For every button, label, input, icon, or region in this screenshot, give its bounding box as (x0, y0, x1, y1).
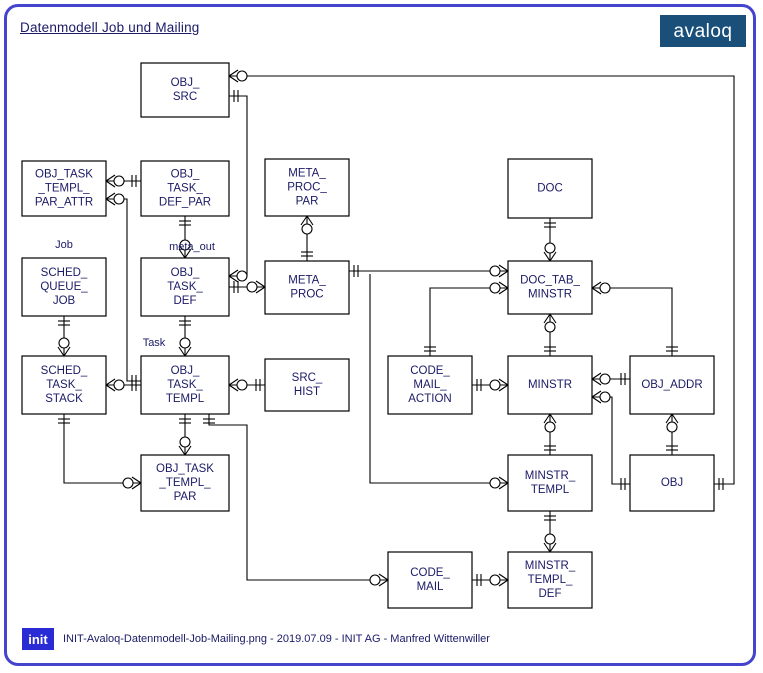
entity-label: TASK_ (46, 379, 82, 391)
er-diagram-canvas: OBJ_SRCOBJ_TASK_TEMPL_PAR_ATTROBJ_TASK_D… (21, 62, 735, 609)
entity-label: ACTION (408, 393, 451, 405)
relationship-line (106, 198, 141, 382)
entity-label: OBJ_ (171, 77, 200, 89)
entity-label: META_ (288, 275, 326, 287)
entity-obj[interactable]: OBJ (629, 454, 715, 512)
relationship-line (429, 287, 508, 356)
entity-label: STACK (45, 393, 83, 405)
entity-label: PAR (174, 491, 197, 503)
entity-label: SRC (173, 91, 197, 103)
entity-sched_queue_job[interactable]: SCHED_ QUEUE_ JOB (21, 257, 107, 317)
entity-label: CODE_ (410, 567, 450, 579)
entity-label: OBJ_ (171, 267, 200, 279)
entity-label: MAIL (417, 581, 444, 593)
entity-meta_proc[interactable]: META_ PROC (264, 260, 350, 315)
entity-label: SCHED_ (41, 267, 88, 279)
entity-label: TEMPL (531, 484, 570, 496)
entity-boxes: OBJ_SRCOBJ_TASK_TEMPL_PAR_ATTROBJ_TASK_D… (21, 62, 715, 609)
entity-label: PROC (290, 289, 323, 301)
entity-minstr_templ[interactable]: MINSTR_ TEMPL (507, 454, 593, 512)
entity-minstr_templ_def[interactable]: MINSTR_ TEMPL_ DEF (507, 551, 593, 609)
entity-label: MAIL_ (413, 379, 447, 391)
init-logo-text: init (28, 631, 48, 647)
entity-code_mail[interactable]: CODE_ MAIL (387, 551, 473, 609)
entity-label: SCHED_ (41, 365, 88, 377)
entity-label: DOC_TAB_ (520, 275, 580, 287)
entity-label: TASK_ (167, 183, 203, 195)
meta-out-label: meta_out (169, 241, 215, 253)
entity-obj_task_def[interactable]: OBJ_ TASK_ DEF (140, 257, 230, 317)
entity-doc[interactable]: DOC (507, 158, 593, 219)
entity-label: DEF_PAR (159, 197, 211, 209)
entity-label: DEF (174, 295, 197, 307)
relationship-line (208, 414, 388, 581)
entity-label: TEMPL_ (528, 574, 573, 586)
entity-code_mail_action[interactable]: CODE_ MAIL_ ACTION (387, 355, 473, 415)
entity-label: _TEMPL_ (37, 183, 90, 195)
entity-label: MINSTR (528, 289, 572, 301)
job-label: Job (55, 239, 73, 251)
entity-label: CODE_ (410, 365, 450, 377)
entity-doc_tab_minstr[interactable]: DOC_TAB_ MINSTR (507, 260, 593, 315)
entity-label: OBJ (661, 477, 683, 489)
entity-label: DOC (537, 183, 563, 195)
relationship-line (592, 287, 673, 356)
entity-label: MINSTR_ (525, 470, 576, 482)
entity-label: OBJ_TASK (156, 463, 214, 475)
entity-label: OBJ_ADDR (641, 379, 702, 391)
relationship-line (229, 95, 248, 277)
init-logo: init (22, 628, 54, 650)
entity-label: DEF (539, 588, 562, 600)
entity-obj_task_templ[interactable]: OBJ_ TASK_ TEMPL (140, 355, 230, 415)
footer-caption: INIT-Avaloq-Datenmodell-Job-Mailing.png … (63, 633, 490, 645)
entity-label: OBJ_TASK (35, 169, 93, 181)
entity-sched_task_stack[interactable]: SCHED_ TASK_ STACK (21, 355, 107, 415)
entity-label: JOB (53, 295, 76, 307)
entity-label: PROC_ (287, 182, 327, 194)
entity-label: _TEMPL_ (158, 477, 211, 489)
entity-label: TEMPL (166, 393, 205, 405)
entity-meta_proc_par[interactable]: META_ PROC_ PAR (264, 158, 350, 217)
entity-obj_src[interactable]: OBJ_ SRC (140, 62, 230, 118)
entity-obj_task_def_par[interactable]: OBJ_ TASK_ DEF_PAR (140, 160, 230, 217)
relationship-line (592, 396, 630, 485)
entity-label: PAR (296, 196, 319, 208)
entity-label: TASK_ (167, 281, 203, 293)
entity-src_hist[interactable]: SRC_ HIST (264, 358, 350, 412)
relationship-line (63, 414, 141, 484)
entity-label: OBJ_ (171, 365, 200, 377)
entity-label: META_ (288, 168, 326, 180)
entity-label: QUEUE_ (40, 281, 88, 293)
entity-obj_task_templ_par[interactable]: OBJ_TASK _TEMPL_ PAR (140, 454, 230, 512)
entity-label: OBJ_ (171, 169, 200, 181)
entity-label: PAR_ATTR (35, 197, 93, 209)
entity-label: MINSTR (528, 379, 572, 391)
footer: init INIT-Avaloq-Datenmodell-Job-Mailing… (22, 628, 490, 650)
entity-label: MINSTR_ (525, 560, 576, 572)
task-label: Task (143, 337, 166, 349)
entity-minstr[interactable]: MINSTR (507, 355, 593, 415)
entity-label: SRC_ (292, 372, 323, 384)
entity-obj_addr[interactable]: OBJ_ADDR (629, 355, 715, 415)
entity-label: TASK_ (167, 379, 203, 391)
entity-obj_task_templ_par_attr[interactable]: OBJ_TASK _TEMPL_ PAR_ATTR (21, 160, 107, 217)
entity-label: HIST (294, 386, 320, 398)
er-diagram-page: Datenmodell Job und Mailing avaloq OBJ_ S… (0, 0, 763, 673)
